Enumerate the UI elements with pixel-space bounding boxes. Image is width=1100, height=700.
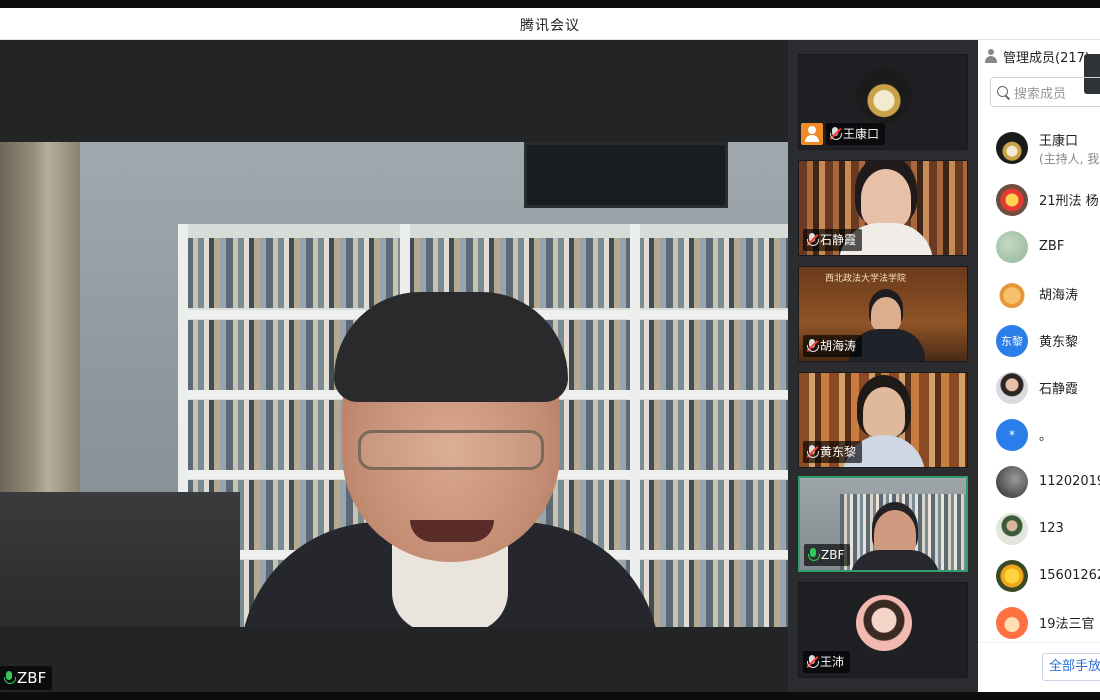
member-name: 11202019: [1039, 474, 1100, 489]
member-panel[interactable]: 管理成员(217) 搜索成员 王康口 (主持人, 我 21刑法 杨 ZBF 胡海…: [978, 40, 1100, 692]
search-placeholder: 搜索成员: [1014, 86, 1067, 102]
wall-painting: [524, 142, 728, 208]
avatar: *: [996, 418, 1028, 451]
thumbnail-name-badge: 王康口: [826, 123, 886, 145]
mic-muted-icon: [829, 127, 842, 141]
member-item[interactable]: 21刑法 杨: [978, 176, 1100, 223]
avatar: [996, 230, 1028, 263]
member-name: 。: [1039, 429, 1053, 444]
member-item[interactable]: 19法三官: [978, 599, 1100, 646]
thumbnail-huang-dongli[interactable]: 黄东黎: [798, 372, 968, 468]
member-name: 石静霞: [1039, 382, 1079, 397]
member-item[interactable]: ZBF: [978, 223, 1100, 270]
host-icon: [801, 123, 823, 145]
member-panel-footer: 全部手放: [978, 642, 1100, 692]
speaker-person: [240, 292, 660, 627]
avatar: [996, 512, 1028, 545]
thumbnail-wang-pei[interactable]: 王沛: [798, 582, 968, 678]
member-panel-header: 管理成员(217): [978, 40, 1100, 72]
avatar: [996, 371, 1028, 404]
thumbnail-shi-jingxia[interactable]: 石静霞: [798, 160, 968, 256]
member-item[interactable]: * 。: [978, 411, 1100, 458]
thumbnail-hu-haitao[interactable]: 西北政法大学法学院 胡海涛: [798, 266, 968, 362]
thumbnail-name-badge: 胡海涛: [803, 335, 863, 357]
speaker-video-frame: [0, 142, 788, 627]
thumbnail-name-badge: 黄东黎: [803, 441, 863, 463]
thumbnail-name-badge: ZBF: [804, 544, 851, 566]
mic-on-icon: [808, 548, 820, 562]
search-member-input[interactable]: 搜索成员: [990, 77, 1100, 107]
avatar: [996, 131, 1028, 164]
thumbnail-name: 王沛: [820, 655, 845, 669]
speaker-name-badge: ZBF: [0, 666, 53, 690]
top-edge: [0, 0, 1100, 8]
member-name: 黄东黎: [1039, 335, 1079, 350]
member-name: 123: [1039, 521, 1064, 536]
member-item[interactable]: 石静霞: [978, 364, 1100, 411]
mic-muted-icon: [806, 655, 819, 669]
member-icon: [983, 48, 999, 64]
thumbnail-name: 黄东黎: [820, 445, 857, 459]
member-role: (主持人, 我: [1039, 152, 1100, 166]
school-banner: 西北政法大学法学院: [825, 274, 907, 284]
avatar: [996, 606, 1028, 639]
avatar: [996, 277, 1028, 310]
window-title: 腾讯会议: [520, 18, 580, 34]
member-item[interactable]: 胡海涛: [978, 270, 1100, 317]
avatar: 东黎: [996, 324, 1028, 357]
thumbnail-wang-kang[interactable]: 王康口: [798, 54, 968, 150]
mic-muted-icon: [806, 339, 819, 353]
mic-muted-icon: [806, 445, 819, 459]
title-bar[interactable]: 腾讯会议: [0, 8, 1100, 40]
bottom-edge: [0, 692, 1100, 700]
member-item[interactable]: 11202019: [978, 458, 1100, 505]
mic-on-icon: [4, 671, 16, 685]
member-name: ZBF: [1039, 239, 1065, 254]
member-name: 王康口: [1039, 134, 1079, 149]
member-name: 21刑法 杨: [1039, 194, 1099, 209]
thumbnail-name: 王康口: [843, 127, 880, 141]
thumbnail-name: ZBF: [821, 548, 845, 562]
thumbnail-zbf[interactable]: ZBF: [798, 476, 968, 572]
avatar: [856, 67, 912, 123]
member-name: 19法三官: [1039, 617, 1095, 632]
avatar: [996, 559, 1028, 592]
main-video[interactable]: ZBF: [0, 40, 788, 692]
participant-thumbnails[interactable]: 王康口 石静霞 西北政法大学法学院 胡海涛 黄东黎 ZBF 王沛: [788, 40, 978, 692]
member-item[interactable]: 王康口 (主持人, 我: [978, 124, 1100, 171]
mic-muted-icon: [806, 233, 819, 247]
member-count-label: 管理成员(217): [1003, 50, 1090, 66]
thumbnail-name-badge: 石静霞: [803, 229, 863, 251]
member-name: 胡海涛: [1039, 288, 1079, 303]
desk: [0, 492, 240, 627]
member-item[interactable]: 123: [978, 505, 1100, 552]
avatar: [856, 595, 912, 651]
thumbnail-name: 胡海涛: [820, 339, 857, 353]
thumbnail-name: 石静霞: [820, 233, 857, 247]
member-item[interactable]: 东黎 黄东黎: [978, 317, 1100, 364]
avatar: [996, 465, 1028, 498]
avatar: [996, 183, 1028, 216]
member-name: 15601262: [1039, 568, 1100, 583]
member-item[interactable]: 15601262: [978, 552, 1100, 599]
lower-all-hands-button[interactable]: 全部手放: [1042, 653, 1100, 681]
thumbnail-name-badge: 王沛: [803, 651, 851, 673]
search-icon: [997, 85, 1010, 99]
speaker-name: ZBF: [17, 669, 47, 687]
